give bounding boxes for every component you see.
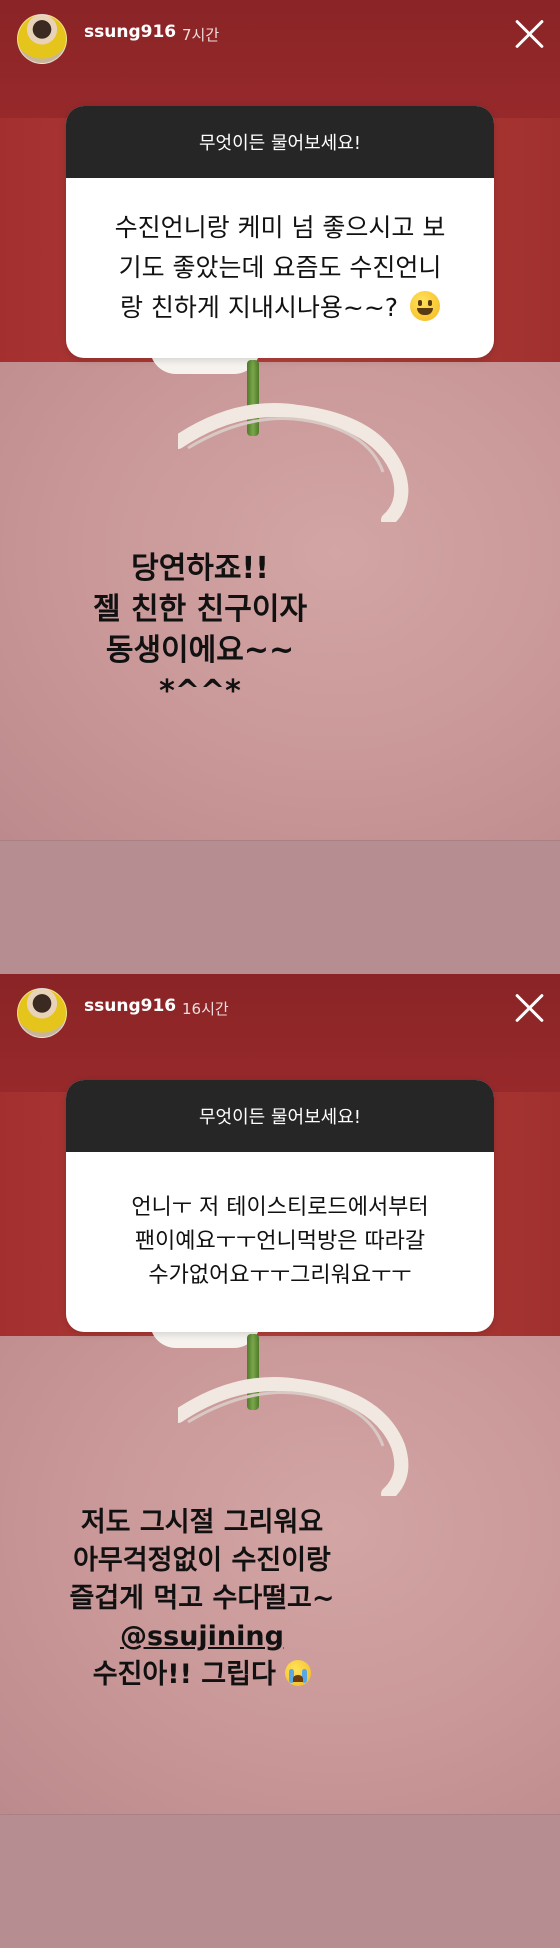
question-text: 수진언니랑 케미 넘 좋으시고 보 기도 좋았는데 요즘도 수진언니 랑 친하게… [66, 178, 494, 358]
question-card: 무엇이든 물어보세요! 언니ㅜ 저 테이스티로드에서부터 팬이예요ㅜㅜ언니먹방은… [66, 1080, 494, 1332]
profile-avatar[interactable] [17, 988, 67, 1038]
timestamp: 16시간 [182, 1000, 229, 1018]
question-prompt: 무엇이든 물어보세요! [66, 106, 494, 178]
close-icon[interactable] [514, 992, 546, 1024]
username[interactable]: ssung916 [84, 996, 176, 1016]
story-1: ssung916 7시간 무엇이든 물어보세요! 수진언니랑 케미 넘 좋으시고… [0, 0, 560, 974]
mention-link[interactable]: @ssujining [120, 1621, 284, 1652]
question-line: 랑 친하게 지내시나용~~? [119, 293, 399, 322]
question-prompt: 무엇이든 물어보세요! [66, 1080, 494, 1152]
close-icon[interactable] [514, 18, 546, 50]
loudly-crying-face-emoji-icon [285, 1660, 312, 1686]
story-2: ssung916 16시간 무엇이든 물어보세요! 언니ㅜ 저 테이스티로드에서… [0, 974, 560, 1948]
answer-line: 저도 그시절 그리워요 [80, 1507, 324, 1538]
answer-text: 당연하죠!! 젤 친한 친구이자 동생이에요~~ *^^* [0, 548, 400, 712]
question-line: 언니ㅜ 저 테이스티로드에서부터 [131, 1195, 429, 1220]
answer-line: 젤 친한 친구이자 [92, 592, 308, 627]
question-line: 팬이예요ㅜㅜ언니먹방은 따라갈 [134, 1229, 426, 1254]
answer-line: *^^* [159, 674, 241, 709]
answer-line: 아무걱정없이 수진이랑 [73, 1545, 331, 1576]
timestamp: 7시간 [182, 26, 220, 44]
background-strip [0, 1814, 560, 1948]
grinning-face-emoji-icon [410, 291, 440, 321]
question-text: 언니ㅜ 저 테이스티로드에서부터 팬이예요ㅜㅜ언니먹방은 따라갈 수가없어요ㅜㅜ… [66, 1152, 494, 1332]
answer-line: 당연하죠!! [131, 551, 269, 586]
answer-text: 저도 그시절 그리워요 아무걱정없이 수진이랑 즐겁게 먹고 수다떨고~ @ss… [2, 1504, 402, 1694]
answer-line: 수진아!! 그립다 [92, 1659, 276, 1690]
question-line: 수진언니랑 케미 넘 좋으시고 보 [114, 213, 446, 242]
question-card: 무엇이든 물어보세요! 수진언니랑 케미 넘 좋으시고 보 기도 좋았는데 요즘… [66, 106, 494, 358]
username[interactable]: ssung916 [84, 22, 176, 42]
question-line: 기도 좋았는데 요즘도 수진언니 [118, 253, 442, 282]
ribbon-image [178, 1377, 409, 1496]
answer-line: 즐겁게 먹고 수다떨고~ [69, 1583, 335, 1614]
question-line: 수가없어요ㅜㅜ그리워요ㅜㅜ [148, 1263, 412, 1288]
profile-avatar[interactable] [17, 14, 67, 64]
background-strip [0, 840, 560, 974]
answer-line: 동생이에요~~ [105, 633, 295, 668]
ribbon-image [178, 403, 409, 522]
